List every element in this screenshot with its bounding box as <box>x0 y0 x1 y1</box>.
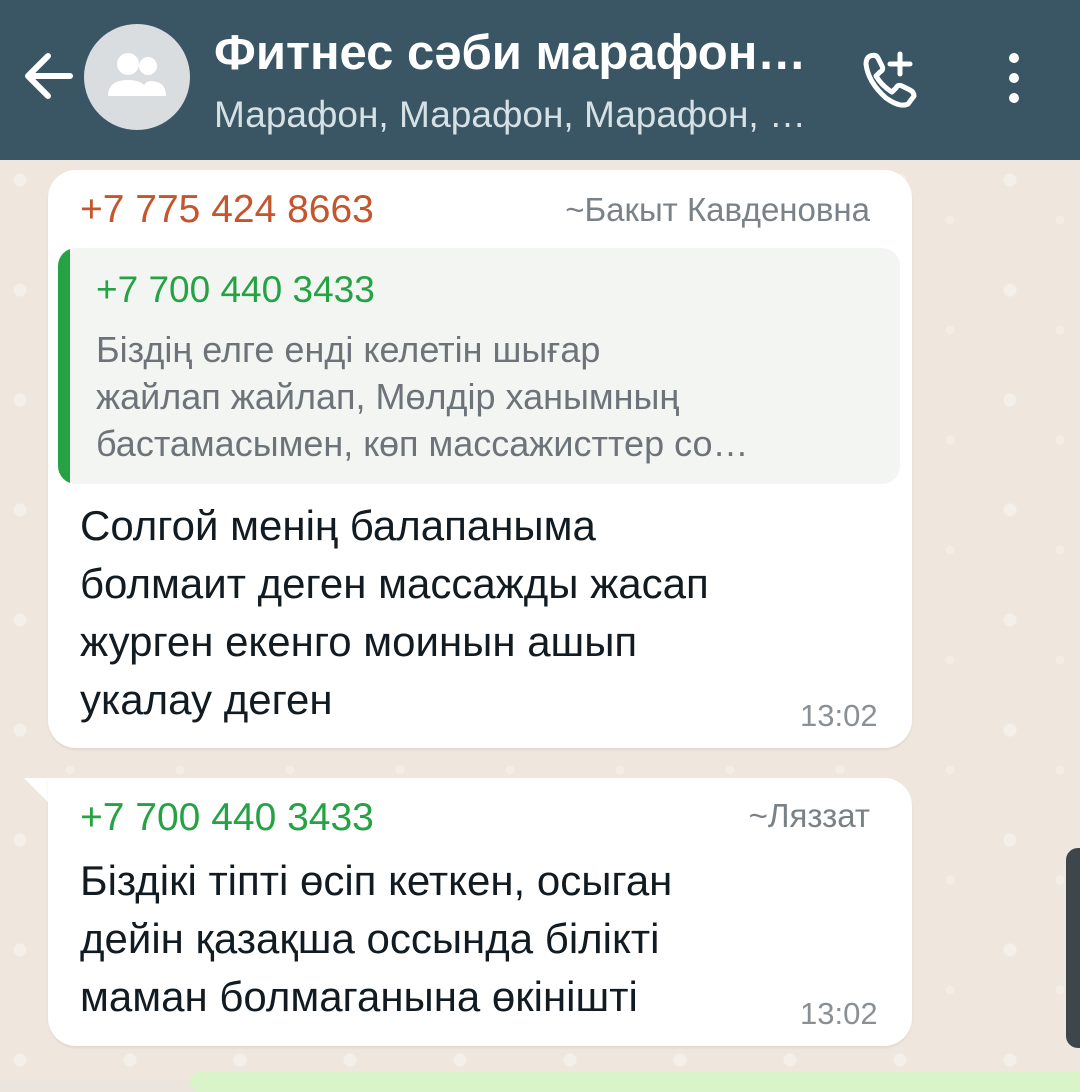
add-call-icon[interactable] <box>856 46 922 112</box>
sender-name: ~Бакыт Кавденовна <box>565 191 870 228</box>
sender-phone[interactable]: +7 775 424 8663 <box>80 187 374 233</box>
message-text: Солгой менің балапаныма болмаит деген ма… <box>80 502 709 723</box>
quoted-sender-phone: +7 700 440 3433 <box>96 269 375 310</box>
message-time: 13:02 <box>800 698 878 733</box>
quoted-message[interactable]: +7 700 440 3433 Біздің елге енді келетін… <box>58 248 900 484</box>
scrollbar-handle[interactable] <box>1066 848 1080 1048</box>
sender-phone[interactable]: +7 700 440 3433 <box>80 795 374 841</box>
sender-name: ~Ляззат <box>748 797 870 834</box>
message-time: 13:02 <box>800 996 878 1031</box>
message-text: Біздікі тіпті өсіп кеткен, осыган дейін … <box>80 857 673 1020</box>
group-avatar-icon[interactable] <box>84 24 190 130</box>
chat-title[interactable]: Фитнес сәби марафон… <box>214 24 834 82</box>
outgoing-message-bubble[interactable] <box>190 1072 1080 1092</box>
chat-header: Фитнес сәби марафон… Марафон, Марафон, М… <box>0 0 1080 160</box>
chat-participants[interactable]: Марафон, Марафон, Марафон, … <box>214 92 834 138</box>
quoted-text: Біздің елге енді келетін шығар жайлап жа… <box>96 329 749 464</box>
arrow-left-icon[interactable] <box>22 44 78 108</box>
more-vertical-icon[interactable] <box>992 48 1036 108</box>
quote-accent-bar <box>58 248 70 484</box>
